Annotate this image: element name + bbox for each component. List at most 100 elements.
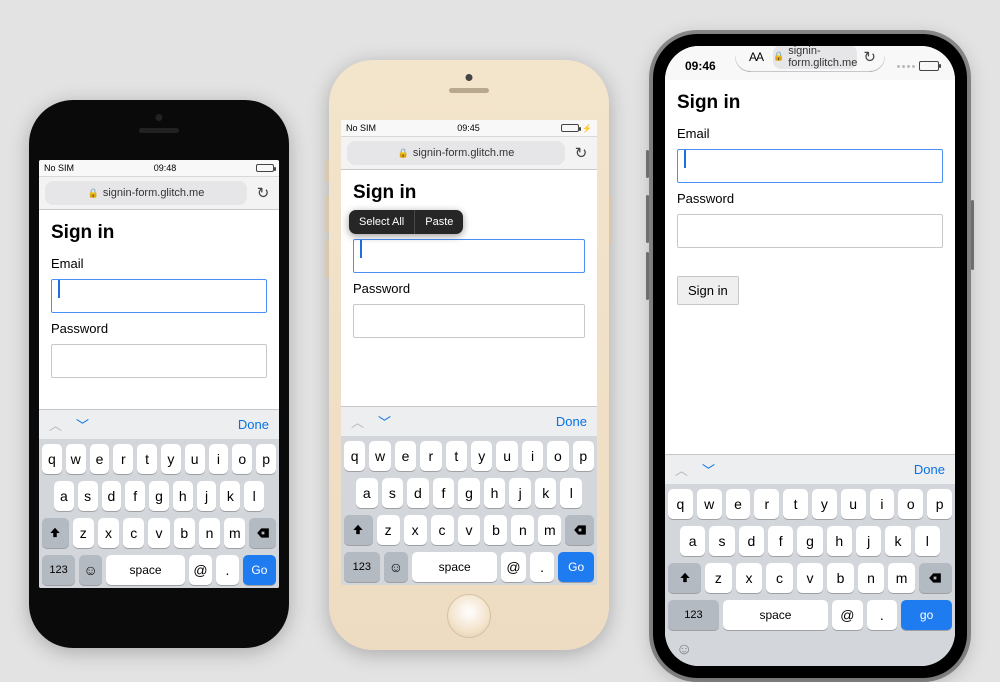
keyboard-done-button[interactable]: Done	[238, 417, 269, 432]
go-key[interactable]: Go	[243, 555, 276, 585]
key-t[interactable]: t	[137, 444, 157, 474]
key-d[interactable]: d	[739, 526, 764, 556]
refresh-button[interactable]: ↻	[863, 47, 876, 67]
home-button[interactable]	[447, 594, 491, 638]
key-y[interactable]: y	[161, 444, 181, 474]
key-q[interactable]: q	[668, 489, 693, 519]
key-z[interactable]: z	[73, 518, 94, 548]
space-key[interactable]: space	[106, 555, 185, 585]
next-field-arrow-icon[interactable]: ﹀	[702, 460, 715, 479]
key-f[interactable]: f	[433, 478, 455, 508]
key-q[interactable]: q	[42, 444, 62, 474]
key-f[interactable]: f	[125, 481, 145, 511]
dot-key[interactable]: .	[216, 555, 239, 585]
at-key[interactable]: @	[189, 555, 212, 585]
url-field[interactable]: 🔒 signin-form.glitch.me	[45, 181, 247, 205]
key-j[interactable]: j	[856, 526, 881, 556]
key-x[interactable]: x	[736, 563, 763, 593]
key-a[interactable]: a	[356, 478, 378, 508]
key-h[interactable]: h	[484, 478, 506, 508]
key-p[interactable]: p	[927, 489, 952, 519]
emoji-key[interactable]: ☺	[384, 552, 409, 582]
key-m[interactable]: m	[888, 563, 915, 593]
email-field[interactable]	[677, 149, 943, 183]
keyboard-done-button[interactable]: Done	[556, 414, 587, 429]
key-i[interactable]: i	[209, 444, 229, 474]
space-key[interactable]: space	[723, 600, 828, 630]
key-w[interactable]: w	[697, 489, 722, 519]
prev-field-arrow-icon[interactable]: ︿	[49, 415, 62, 434]
key-g[interactable]: g	[797, 526, 822, 556]
key-t[interactable]: t	[783, 489, 808, 519]
key-i[interactable]: i	[522, 441, 543, 471]
key-u[interactable]: u	[841, 489, 866, 519]
key-r[interactable]: r	[754, 489, 779, 519]
refresh-button[interactable]: ↻	[253, 183, 273, 203]
emoji-key[interactable]: ☺	[676, 641, 692, 659]
go-key[interactable]: Go	[558, 552, 594, 582]
key-w[interactable]: w	[66, 444, 86, 474]
space-key[interactable]: space	[412, 552, 497, 582]
select-all-menu-item[interactable]: Select All	[349, 210, 414, 234]
key-o[interactable]: o	[547, 441, 568, 471]
key-t[interactable]: t	[446, 441, 467, 471]
key-g[interactable]: g	[458, 478, 480, 508]
shift-key[interactable]	[42, 518, 69, 548]
key-z[interactable]: z	[377, 515, 400, 545]
dot-key[interactable]: .	[867, 600, 898, 630]
key-m[interactable]: m	[538, 515, 561, 545]
url-field[interactable]: 🔒 signin-form.glitch.me	[347, 141, 565, 165]
backspace-key[interactable]	[919, 563, 952, 593]
key-v[interactable]: v	[797, 563, 824, 593]
key-v[interactable]: v	[458, 515, 481, 545]
key-e[interactable]: e	[90, 444, 110, 474]
key-p[interactable]: p	[256, 444, 276, 474]
reader-aa-button[interactable]: AA	[745, 50, 767, 64]
key-b[interactable]: b	[827, 563, 854, 593]
key-k[interactable]: k	[885, 526, 910, 556]
key-n[interactable]: n	[199, 518, 220, 548]
numbers-key[interactable]: 123	[668, 600, 719, 630]
key-c[interactable]: c	[431, 515, 454, 545]
key-u[interactable]: u	[185, 444, 205, 474]
at-key[interactable]: @	[832, 600, 863, 630]
go-key[interactable]: go	[901, 600, 952, 630]
key-z[interactable]: z	[705, 563, 732, 593]
key-j[interactable]: j	[509, 478, 531, 508]
numbers-key[interactable]: 123	[42, 555, 75, 585]
keyboard-done-button[interactable]: Done	[914, 462, 945, 477]
key-x[interactable]: x	[98, 518, 119, 548]
key-o[interactable]: o	[898, 489, 923, 519]
key-c[interactable]: c	[766, 563, 793, 593]
key-b[interactable]: b	[484, 515, 507, 545]
key-s[interactable]: s	[382, 478, 404, 508]
key-l[interactable]: l	[915, 526, 940, 556]
key-q[interactable]: q	[344, 441, 365, 471]
key-w[interactable]: w	[369, 441, 390, 471]
key-a[interactable]: a	[680, 526, 705, 556]
next-field-arrow-icon[interactable]: ﹀	[378, 412, 391, 431]
key-o[interactable]: o	[232, 444, 252, 474]
key-p[interactable]: p	[573, 441, 594, 471]
at-key[interactable]: @	[501, 552, 526, 582]
key-j[interactable]: j	[197, 481, 217, 511]
key-s[interactable]: s	[709, 526, 734, 556]
emoji-key[interactable]: ☺	[79, 555, 102, 585]
password-field[interactable]	[51, 344, 267, 378]
key-l[interactable]: l	[560, 478, 582, 508]
signin-button[interactable]: Sign in	[677, 276, 739, 305]
password-field[interactable]	[353, 304, 585, 338]
key-y[interactable]: y	[471, 441, 492, 471]
key-c[interactable]: c	[123, 518, 144, 548]
email-field[interactable]	[51, 279, 267, 313]
key-n[interactable]: n	[858, 563, 885, 593]
key-u[interactable]: u	[496, 441, 517, 471]
key-b[interactable]: b	[174, 518, 195, 548]
key-x[interactable]: x	[404, 515, 427, 545]
key-s[interactable]: s	[78, 481, 98, 511]
next-field-arrow-icon[interactable]: ﹀	[76, 415, 89, 434]
shift-key[interactable]	[668, 563, 701, 593]
key-h[interactable]: h	[173, 481, 193, 511]
key-e[interactable]: e	[726, 489, 751, 519]
url-field[interactable]: 🔒 signin-form.glitch.me	[773, 46, 857, 69]
